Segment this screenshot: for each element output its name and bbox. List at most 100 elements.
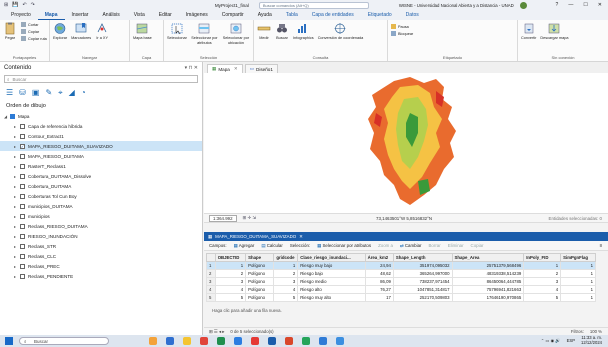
redo-icon[interactable]: ↷	[31, 2, 35, 8]
table-cell[interactable]: 1	[560, 277, 596, 286]
table-cell[interactable]: 1	[523, 261, 562, 270]
table-cell[interactable]: 252170,509803	[392, 293, 453, 302]
layer-visibility-checkbox[interactable]	[20, 193, 25, 199]
table-cell[interactable]: Riesgo bajo	[297, 269, 366, 278]
tab-insertar[interactable]: Insertar	[65, 10, 96, 20]
layer-visibility-checkbox[interactable]	[20, 233, 25, 239]
layer-item[interactable]: ▸ Reclass_PENDIENTE	[0, 271, 202, 281]
table-cell[interactable]: 1	[560, 285, 596, 294]
row-header[interactable]: 2	[206, 269, 216, 278]
row-header[interactable]: 4	[206, 285, 216, 294]
table-nav-icons[interactable]: ⊞ ☰ ◂ ▸	[209, 329, 224, 335]
minimize-button[interactable]: —	[568, 2, 573, 8]
clock[interactable]: 11:33 a. m. 12/12/2024	[581, 335, 602, 346]
pause-labels-button[interactable]: Pausa	[391, 24, 413, 29]
table-cell[interactable]: 4	[214, 285, 247, 294]
lock-labels-button[interactable]: Bloquear	[391, 31, 413, 36]
tab-view-diseno1[interactable]: ▭ Diseño1	[244, 64, 278, 73]
column-header[interactable]: Área_km2	[364, 253, 394, 262]
table-cell[interactable]: 48319338,514239	[451, 269, 525, 278]
map-tools-icon[interactable]: ⊞ ✛ ⇲	[243, 215, 256, 221]
avatar[interactable]	[519, 1, 527, 9]
table-cell[interactable]: Polígono	[245, 269, 275, 278]
table-cell[interactable]: 5	[523, 293, 562, 302]
tab-proyecto[interactable]: Proyecto	[4, 10, 38, 20]
table-cell[interactable]: 24,94	[364, 261, 394, 270]
table-cell[interactable]: 25751379,568496	[451, 261, 525, 270]
paste-button[interactable]: Pegar	[3, 22, 17, 41]
column-header[interactable]: gridcode	[273, 253, 299, 262]
clear-selection-button[interactable]: Borrar	[428, 243, 440, 248]
layer-item[interactable]: ▸ Reclass_RIESGO_DUITAMA	[0, 221, 202, 231]
taskbar-app-icon[interactable]	[217, 337, 225, 345]
tab-analisis[interactable]: Análisis	[95, 10, 126, 20]
risk-map-canvas[interactable]	[204, 73, 608, 213]
column-header[interactable]: OBJECTID	[214, 253, 247, 262]
taskbar-app-icon[interactable]	[251, 337, 259, 345]
new-project-icon[interactable]: ⊞	[4, 2, 8, 8]
tab-etiquetado[interactable]: Etiquetado	[361, 10, 399, 20]
help-button[interactable]: ?	[556, 2, 559, 8]
layer-visibility-checkbox[interactable]	[20, 133, 25, 139]
layer-item[interactable]: ▸ Capa de referencia híbrida	[0, 121, 202, 131]
layer-item[interactable]: ▸ MAPA_RIESGO_DUITAMA	[0, 151, 202, 161]
layer-visibility-checkbox[interactable]	[20, 253, 25, 259]
layer-visibility-checkbox[interactable]	[20, 213, 25, 219]
column-header[interactable]: Clase_riesgo_inundaci...	[297, 253, 366, 262]
column-header[interactable]: Shape_Area	[451, 253, 525, 262]
delete-button[interactable]: Eliminar	[448, 243, 464, 248]
zoom-level[interactable]: 100 %	[590, 329, 602, 334]
convert-coordinates-button[interactable]: Conversión de coordenada	[318, 22, 363, 41]
table-cell[interactable]: 2	[214, 269, 247, 278]
map-view[interactable]	[204, 73, 608, 213]
table-cell[interactable]: 4	[523, 285, 562, 294]
locate-button[interactable]: Buscar	[275, 22, 289, 41]
layer-visibility-checkbox[interactable]	[20, 243, 25, 249]
layer-visibility-checkbox[interactable]	[20, 263, 25, 269]
layer-item[interactable]: ▸ Reclass_CLC	[0, 251, 202, 261]
tab-view-mapa[interactable]: ▦ Mapa ✕	[207, 64, 243, 73]
list-by-labeling-icon[interactable]: ◢	[69, 88, 75, 98]
copy-button[interactable]: Copiar	[21, 29, 47, 34]
zoom-to-button[interactable]: Zoom a	[378, 243, 393, 248]
list-by-snapping-icon[interactable]: ⌖	[58, 88, 63, 98]
table-cell[interactable]: 5	[214, 293, 247, 302]
taskbar-app-icon[interactable]	[200, 337, 208, 345]
layer-item[interactable]: ▸ RIESGO_INUNDACIÓN	[0, 231, 202, 241]
layer-item[interactable]: ▸ Reclass_PREC	[0, 261, 202, 271]
table-cell[interactable]: 1	[560, 293, 596, 302]
powerpoint-icon[interactable]	[285, 337, 293, 345]
layer-item[interactable]: ▸ Reclass_STR	[0, 241, 202, 251]
table-cell[interactable]: 2	[273, 269, 299, 278]
basemap-button[interactable]: Mapa base	[133, 22, 152, 41]
arcgis-icon[interactable]	[319, 337, 327, 345]
maximize-button[interactable]: ☐	[583, 2, 587, 8]
download-map-button[interactable]: Descargar mapa	[540, 22, 568, 41]
go-to-xy-button[interactable]: Ir a XY	[95, 22, 109, 41]
table-cell[interactable]: 3	[273, 277, 299, 286]
input-language[interactable]: ESP	[567, 338, 575, 344]
table-cell[interactable]: 5	[273, 293, 299, 302]
table-cell[interactable]: 3	[523, 277, 562, 286]
table-cell[interactable]: Riesgo muy bajo	[297, 261, 366, 270]
calculate-field-button[interactable]: ▤ Calcular	[261, 243, 283, 249]
pane-options-icon[interactable]: ▾ ⊓ ✕	[185, 65, 198, 71]
table-cell[interactable]: 86450064,444785	[451, 277, 525, 286]
convert-button[interactable]: Convertir	[521, 22, 536, 41]
table-cell[interactable]: Polígono	[245, 293, 275, 302]
switch-selection-button[interactable]: ⇄ Cambiar	[400, 243, 422, 249]
table-cell[interactable]: 86,09	[364, 277, 394, 286]
attribute-table-tab[interactable]: ▦ MAPA_RIESGO_DUITAMA_SUAVIZADO ✕	[204, 232, 608, 241]
layer-visibility-checkbox[interactable]	[20, 203, 25, 209]
table-cell[interactable]: 17	[364, 293, 394, 302]
column-header[interactable]: Shape_Length	[392, 253, 453, 262]
layer-item[interactable]: ▸ municipios_DUITAMA	[0, 201, 202, 211]
tray-icons[interactable]: ⌃ ▭ ◉ 🔊	[541, 338, 561, 344]
table-menu-icon[interactable]: ≡	[599, 243, 602, 248]
layer-visibility-checkbox[interactable]	[20, 163, 25, 169]
table-cell[interactable]: 738237,971454	[392, 277, 453, 286]
layer-item[interactable]: ▸ RasterT_Reclass1	[0, 161, 202, 171]
bookmarks-button[interactable]: Marcadores	[71, 22, 91, 41]
table-cell[interactable]: Polígono	[245, 261, 275, 270]
select-by-attributes-button[interactable]: Seleccionar por atributos	[191, 22, 218, 45]
